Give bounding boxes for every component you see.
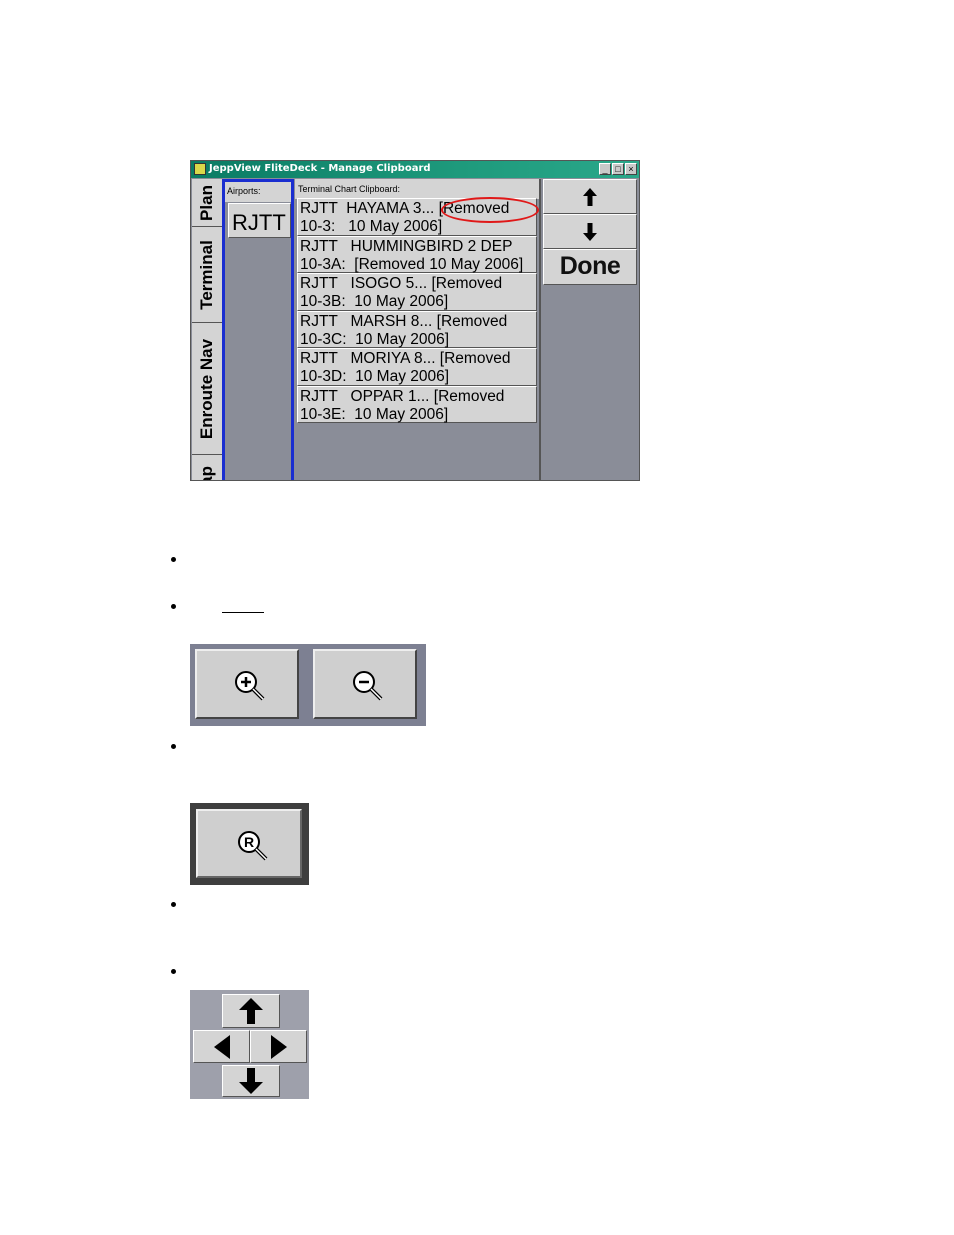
clipboard-item-line2: 10-3D: 10 May 2006] (300, 368, 450, 385)
tab-terminal[interactable]: Terminal (192, 227, 222, 323)
clipboard-item[interactable]: RJTT MARSH 8... [Removed 10-3C: 10 May 2… (297, 310, 537, 348)
clipboard-item-line1: RJTT MARSH 8... [Removed (300, 312, 508, 330)
clipboard-item[interactable]: RJTT ISOGO 5... [Removed 10-3B: 10 May 2… (297, 273, 537, 311)
done-button[interactable]: Done (543, 249, 637, 285)
title-bar: JeppView FliteDeck - Manage Clipboard _ … (191, 161, 639, 178)
clipboard-item[interactable]: RJTT HUMMINGBIRD 2 DEP 10-3A: [Removed 1… (297, 235, 537, 273)
close-button[interactable]: × (625, 163, 637, 175)
terminal-chart-clipboard: Terminal Chart Clipboard: RJTT HAYAMA 3.… (295, 179, 539, 480)
arrow-down-icon (583, 222, 597, 241)
window-title: JeppView FliteDeck - Manage Clipboard (209, 163, 431, 174)
window-controls: _ □ × (599, 163, 637, 175)
pan-up-icon (239, 998, 263, 1024)
clipboard-item-line2: 10-3E: 10 May 2006] (300, 405, 449, 423)
clipboard-item[interactable]: RJTT HAYAMA 3... [Removed 10-3: 10 May 2… (297, 197, 539, 236)
clipboard-item-line2: 10-3: 10 May 2006] (300, 218, 443, 235)
pan-down-button[interactable] (222, 1065, 280, 1097)
clipboard-header-label: Terminal Chart Clipboard: (298, 184, 401, 194)
bullet-point (171, 744, 176, 749)
clipboard-item[interactable]: RJTT MORIYA 8... [Removed 10-3D: 10 May … (297, 348, 537, 386)
minimize-button[interactable]: _ (599, 163, 611, 175)
app-icon (194, 163, 206, 175)
tab-plan-label: Plan (197, 184, 216, 221)
manage-clipboard-window: JeppView FliteDeck - Manage Clipboard _ … (190, 160, 640, 481)
pan-left-icon (213, 1034, 230, 1059)
tab-map-label: Map (197, 466, 217, 480)
zoom-in-button[interactable] (195, 649, 299, 719)
clipboard-actions: Done (539, 179, 639, 480)
reset-zoom-control: R (190, 803, 309, 885)
clipboard-item-line1: RJTT OPPAR 1... [Removed (300, 387, 505, 405)
clipboard-item-line1: RJTT ISOGO 5... [Removed (300, 275, 503, 292)
tab-enroute-nav-label: Enroute Nav (197, 338, 216, 439)
maximize-button[interactable]: □ (612, 163, 624, 175)
airport-code: RJTT (232, 210, 286, 235)
clipboard-item-line2: 10-3C: 10 May 2006] (300, 330, 450, 348)
arrow-up-icon (583, 187, 597, 206)
airports-header: Airports: (225, 182, 291, 202)
clipboard-item-line1: RJTT HUMMINGBIRD 2 DEP (300, 237, 513, 255)
airports-header-label: Airports: (227, 186, 261, 196)
clipboard-item-line2: 10-3B: 10 May 2006] (300, 293, 449, 310)
airport-item-rjtt[interactable]: RJTT (228, 203, 291, 238)
tab-map[interactable]: Map (192, 455, 222, 480)
side-tabs: Plan Terminal Enroute Nav Map (192, 179, 222, 480)
tab-terminal-label: Terminal (197, 239, 216, 310)
pan-up-button[interactable] (222, 994, 280, 1028)
pan-down-icon (239, 1068, 263, 1094)
clipboard-item-line2: 10-3A: [Removed 10 May 2006] (300, 255, 524, 273)
tab-plan[interactable]: Plan (192, 179, 222, 227)
zoom-reset-letter: R (244, 834, 254, 850)
clipboard-list: RJTT HAYAMA 3... [Removed 10-3: 10 May 2… (297, 197, 539, 423)
pan-right-button[interactable] (250, 1030, 307, 1063)
clipboard-header: Terminal Chart Clipboard: (295, 179, 539, 199)
reset-zoom-button[interactable]: R (196, 809, 302, 878)
underline-mark (222, 612, 264, 613)
bullet-point (171, 902, 176, 907)
removed-highlight-circle (441, 197, 539, 223)
clipboard-item[interactable]: RJTT OPPAR 1... [Removed 10-3E: 10 May 2… (297, 385, 537, 423)
pan-right-icon (270, 1034, 287, 1059)
clipboard-item-line1: RJTT MORIYA 8... [Removed (300, 350, 511, 367)
zoom-reset-icon: R (238, 831, 268, 861)
bullet-point (171, 969, 176, 974)
airports-list: Airports: RJTT (222, 179, 294, 480)
tab-enroute-nav[interactable]: Enroute Nav (192, 323, 222, 455)
zoom-out-icon (353, 671, 383, 701)
pan-left-button[interactable] (193, 1030, 250, 1063)
zoom-controls (190, 644, 426, 726)
move-up-button[interactable] (543, 179, 637, 214)
done-button-label: Done (559, 252, 621, 280)
move-down-button[interactable] (543, 214, 637, 249)
bullet-point (171, 604, 176, 609)
pan-controls (190, 990, 309, 1099)
zoom-in-icon (235, 671, 265, 701)
zoom-out-button[interactable] (313, 649, 417, 719)
bullet-point (171, 557, 176, 562)
